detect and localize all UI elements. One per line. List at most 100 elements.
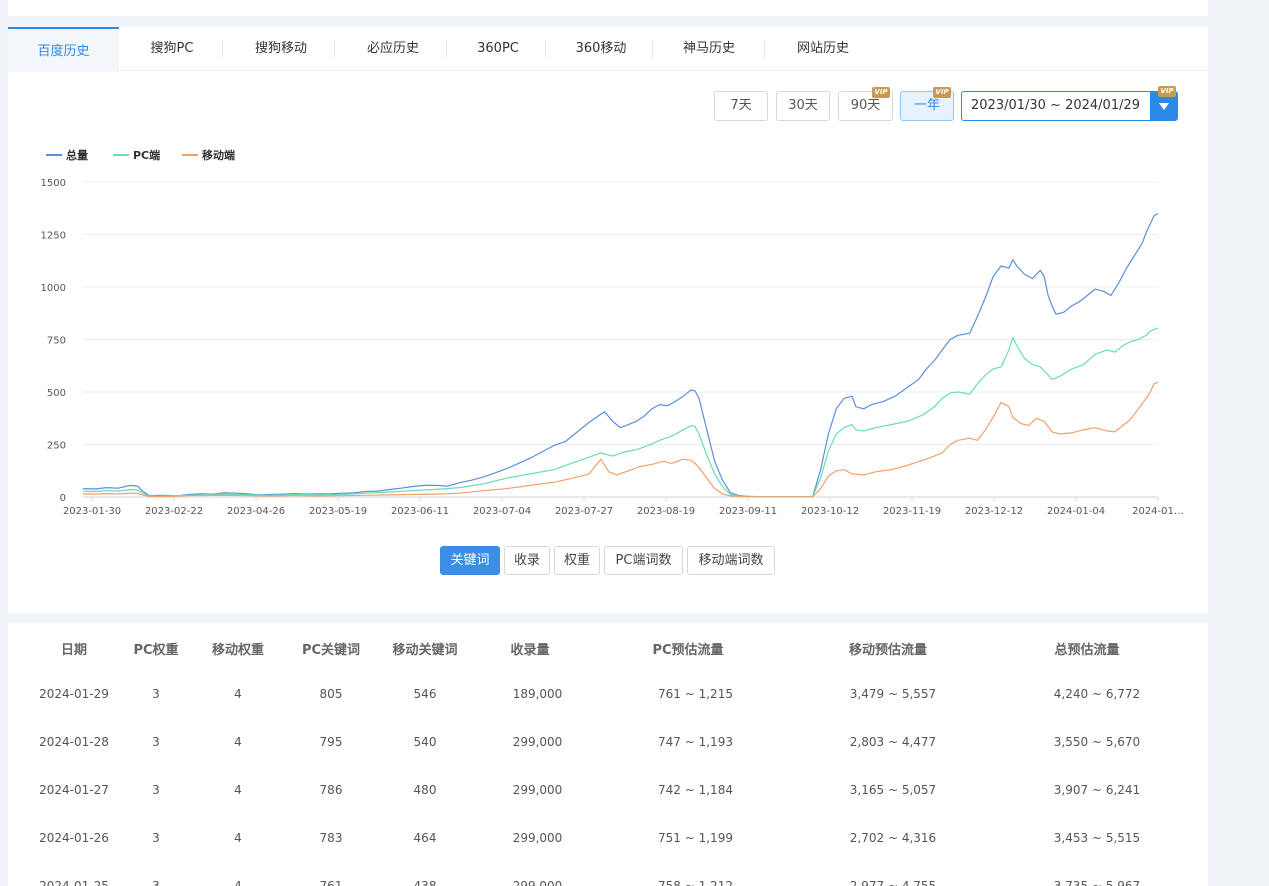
y-tick-label: 1500 <box>41 178 66 189</box>
tab-sogou-mobile[interactable]: 搜狗移动 <box>223 27 339 71</box>
table-cell: 2,977 ~ 4,755 <box>849 879 937 886</box>
metric-label: 关键词 <box>450 553 490 568</box>
metric-weight-button[interactable]: 权重 <box>554 546 600 575</box>
tab-site-history[interactable]: 网站历史 <box>765 27 881 71</box>
table-cell: 3,550 ~ 5,670 <box>1053 735 1141 749</box>
y-tick-label: 1000 <box>41 283 66 294</box>
legend-item-total[interactable]: 总量 <box>46 147 88 163</box>
table-cell: 2024-01-27 <box>39 783 109 797</box>
tab-360-mobile[interactable]: 360移动 <box>546 27 656 71</box>
legend-item-pc[interactable]: PC端 <box>113 147 160 163</box>
table-cell: 2024-01-25 <box>39 879 109 886</box>
x-tick-label: 2023-01-30 <box>63 506 121 517</box>
x-tick-label: 2023-04-26 <box>227 506 285 517</box>
range-1y-button[interactable]: 一年 VIP <box>900 87 954 121</box>
table-cell: 4,240 ~ 6,772 <box>1053 687 1141 701</box>
table-cell: 3 <box>152 879 160 886</box>
table-cell: 3,453 ~ 5,515 <box>1053 831 1141 845</box>
range-90d-button[interactable]: 90天 VIP <box>838 87 893 121</box>
table-cell: 761 <box>319 879 343 886</box>
table-cell: 3 <box>152 783 160 797</box>
table-cell: 3,165 ~ 5,057 <box>849 783 937 797</box>
table-cell: 805 <box>319 687 343 701</box>
table-cell: 480 <box>413 783 437 797</box>
table-cell: 4 <box>234 687 242 701</box>
vip-badge: VIP <box>872 87 890 98</box>
metric-index-button[interactable]: 收录 <box>504 546 550 575</box>
metric-mobile-words-button[interactable]: 移动端词数 <box>687 546 775 575</box>
tab-bing-history[interactable]: 必应历史 <box>335 27 451 71</box>
vip-badge: VIP <box>1158 86 1176 97</box>
table-cell: 4 <box>234 879 242 886</box>
table-cell: 3 <box>152 735 160 749</box>
column-header-date: 日期 <box>60 643 87 658</box>
tab-360-pc[interactable]: 360PC <box>447 27 549 71</box>
column-header-mobile-keywords: 移动关键词 <box>392 643 458 658</box>
table-cell: 299,000 <box>512 879 563 886</box>
legend-label: 移动端 <box>202 149 235 162</box>
legend-swatch <box>182 154 198 156</box>
date-range-value: 2023/01/30 ~ 2024/01/29 <box>971 98 1141 113</box>
table-cell: 3,735 ~ 5,967 <box>1053 879 1141 886</box>
column-header-pc-traffic: PC预估流量 <box>652 643 724 658</box>
column-header-total-traffic: 总预估流量 <box>1054 643 1120 658</box>
metric-label: 移动端词数 <box>698 553 764 568</box>
legend-label: 总量 <box>66 149 88 162</box>
x-tick-label: 2024-01-04 <box>1047 506 1105 517</box>
table-cell: 2024-01-28 <box>39 735 109 749</box>
table-cell: 438 <box>413 879 437 886</box>
x-tick-label: 2023-10-12 <box>801 506 859 517</box>
range-30d-button[interactable]: 30天 <box>776 91 830 121</box>
y-tick-label: 1250 <box>41 231 66 242</box>
series-line-1 <box>82 327 1159 498</box>
table-cell: 540 <box>413 735 437 749</box>
table-cell: 464 <box>413 831 437 845</box>
legend-label: PC端 <box>133 149 161 162</box>
x-tick-label: 2023-12-12 <box>965 506 1023 517</box>
x-tick-label: 2023-02-22 <box>145 506 203 517</box>
tab-shenma-history[interactable]: 神马历史 <box>653 27 765 71</box>
range-7d-button[interactable]: 7天 <box>714 91 768 121</box>
table-cell: 2024-01-29 <box>39 687 109 701</box>
table-cell: 758 ~ 1,212 <box>658 879 733 886</box>
table-cell: 299,000 <box>512 735 563 749</box>
metric-keywords-button[interactable]: 关键词 <box>440 546 500 575</box>
y-tick-label: 750 <box>47 336 66 347</box>
table-cell: 795 <box>319 735 343 749</box>
legend-item-mobile[interactable]: 移动端 <box>182 147 235 163</box>
table-cell: 761 ~ 1,215 <box>658 687 733 701</box>
table-cell: 747 ~ 1,193 <box>658 735 733 749</box>
range-label: 30天 <box>788 98 818 113</box>
x-tick-label: 2023-11-19 <box>883 506 941 517</box>
table-cell: 786 <box>319 783 343 797</box>
column-header-indexed: 收录量 <box>510 643 550 658</box>
tab-sogou-pc[interactable]: 搜狗PC <box>119 27 225 71</box>
x-tick-label: 2023-09-11 <box>719 506 777 517</box>
metric-label: PC端词数 <box>615 553 672 568</box>
column-header-mobile-traffic: 移动预估流量 <box>848 643 927 658</box>
date-range-picker[interactable]: 2023/01/30 ~ 2024/01/29 <box>961 91 1178 121</box>
metric-pc-words-button[interactable]: PC端词数 <box>604 546 683 575</box>
series-line-2 <box>82 381 1159 498</box>
column-header-mobile-weight: 移动权重 <box>211 643 264 658</box>
legend-swatch <box>113 154 129 156</box>
table-cell: 3,479 ~ 5,557 <box>849 687 937 701</box>
x-tick-label: 2023-08-19 <box>637 506 695 517</box>
table-cell: 751 ~ 1,199 <box>658 831 733 845</box>
table-cell: 546 <box>413 687 437 701</box>
vip-badge: VIP <box>933 87 951 98</box>
table-cell: 3 <box>152 831 160 845</box>
y-tick-label: 250 <box>47 441 66 452</box>
history-panel: 百度历史 搜狗PC 搜狗移动 必应历史 360PC 360移动 神马历史 网站历… <box>8 27 1208 613</box>
x-tick-label: 2024-01… <box>1132 506 1184 517</box>
table-cell: 299,000 <box>512 831 563 845</box>
x-tick-label: 2023-07-04 <box>473 506 531 517</box>
table-cell: 4 <box>234 735 242 749</box>
range-label: 7天 <box>730 98 752 113</box>
table-cell: 299,000 <box>512 783 563 797</box>
column-header-pc-keywords: PC关键词 <box>301 643 361 658</box>
table-cell: 2024-01-26 <box>39 831 109 845</box>
column-header-pc-weight: PC权重 <box>133 643 179 658</box>
history-table: 日期 PC权重 移动权重 PC关键词 移动关键词 收录量 PC预估流量 移动预估… <box>8 623 1208 886</box>
tab-baidu-history[interactable]: 百度历史 <box>8 27 119 72</box>
